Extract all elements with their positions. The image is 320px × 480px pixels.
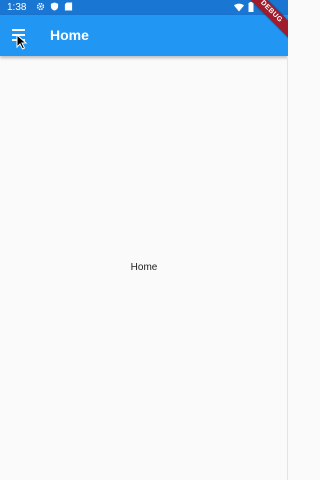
battery-icon	[248, 2, 254, 15]
body-text: Home	[130, 262, 158, 273]
mouse-cursor-icon	[16, 33, 28, 50]
menu-line	[12, 29, 25, 31]
status-time: 1:38	[7, 2, 27, 13]
status-right-icons	[234, 2, 254, 15]
wifi-icon	[234, 3, 244, 15]
status-bar: 1:38	[0, 0, 288, 15]
app-screen: 1:38 Home Home DEBUG	[0, 0, 288, 480]
gear-icon	[36, 2, 45, 11]
page-title: Home	[50, 27, 89, 43]
status-left-icons	[36, 2, 73, 11]
edge-divider	[287, 56, 288, 480]
shield-icon	[50, 2, 59, 11]
app-bar: Home	[0, 15, 288, 56]
sd-card-icon	[64, 2, 73, 11]
